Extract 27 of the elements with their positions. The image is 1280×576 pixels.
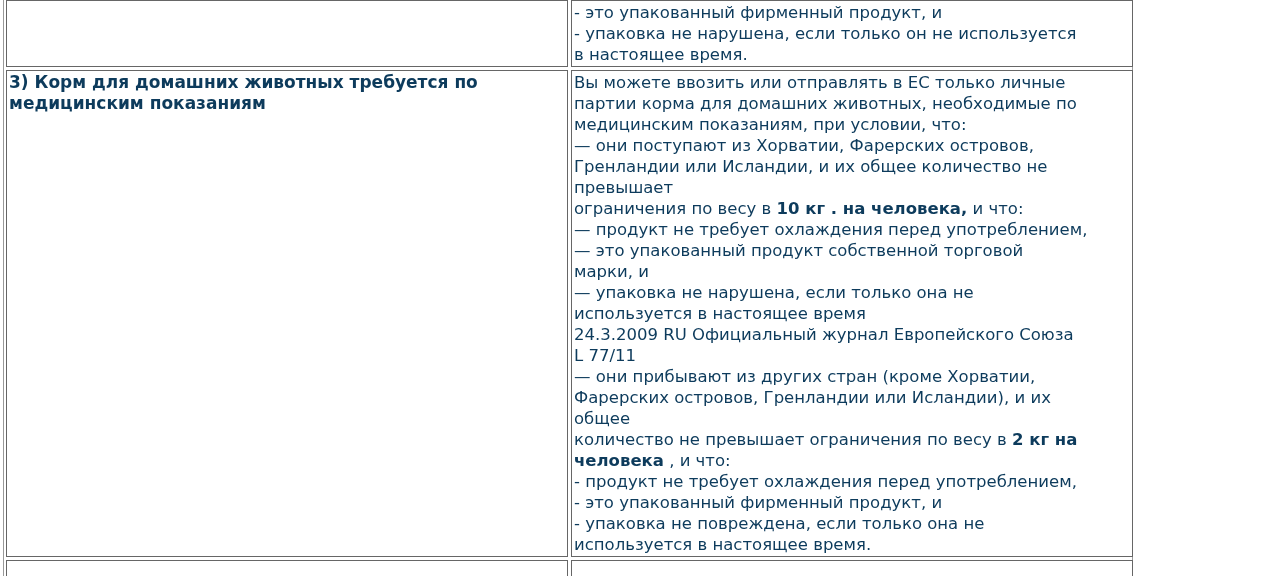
text-line: — это упакованный продукт собственной торговой	[574, 240, 1025, 261]
row-heading: 3) Корм для домашних животных требуется по медицинским показаниям	[9, 72, 479, 114]
text-line: партии корма для домашних животных, необходимые по	[574, 93, 1078, 114]
text-line: — продукт не требует охлаждения перед употреблением,	[574, 219, 1089, 240]
text-line: превышает	[574, 177, 675, 198]
text-line: L 77/11	[574, 345, 637, 366]
text-line: — они прибывают из других стран (кроме Хорватии,	[574, 366, 1037, 387]
text-line: 24.3.2009 RU Официальный журнал Европейского Союза	[574, 324, 1075, 345]
text-line: - это упакованный фирменный продукт, и	[574, 2, 944, 23]
text-line: Фарерских островов, Гренландии или Исландии), и их	[574, 387, 1052, 408]
text-line: общее	[574, 408, 632, 429]
text-line: используется в настоящее время.	[574, 534, 873, 555]
text-line: Вы можете ввозить или отправлять в ЕС только личные	[574, 72, 1067, 93]
text-line: - продукт не требует охлаждения перед употреблением,	[574, 471, 1078, 492]
text-line: ограничения по весу в 10 кг . на человека, и что:	[574, 198, 1025, 219]
text-line: медицинским показаниям, при условии, что:	[574, 114, 968, 135]
text-line: количество не превышает ограничения по весу в 2 кг на	[574, 429, 1079, 450]
text-line: - это упакованный фирменный продукт, и	[574, 492, 944, 513]
text-line: используется в настоящее время	[574, 303, 867, 324]
text-line: человека , и что:	[574, 450, 732, 471]
text-line: Гренландии или Исландии, и их общее количество не	[574, 156, 1049, 177]
text-line: - упаковка не нарушена, если только он не используется	[574, 23, 1078, 44]
text-line: в настоящее время.	[574, 44, 749, 65]
text-line: - упаковка не повреждена, если только она не	[574, 513, 986, 534]
text-line: — они поступают из Хорватии, Фарерских островов,	[574, 135, 1035, 156]
text-line: марки, и	[574, 261, 650, 282]
text-line: — упаковка не нарушена, если только она не	[574, 282, 975, 303]
